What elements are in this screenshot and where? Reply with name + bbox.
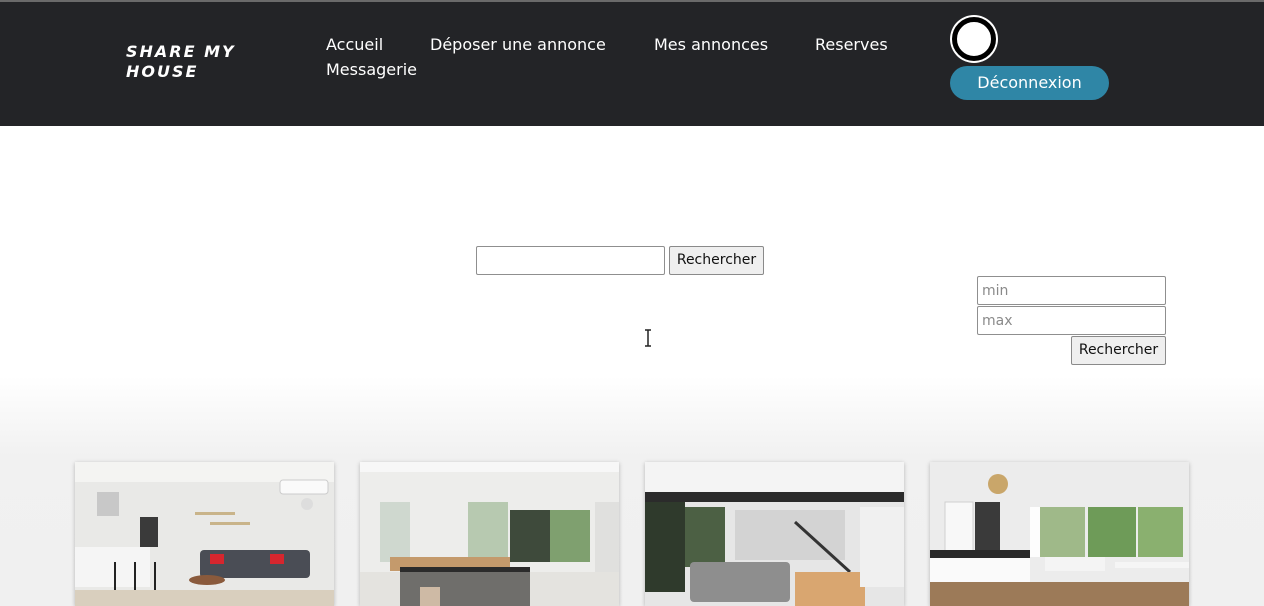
site-logo[interactable]: SHARE MY HOUSE — [126, 42, 256, 82]
user-avatar[interactable] — [952, 17, 996, 61]
nav-link-accueil[interactable]: Accueil — [326, 35, 383, 54]
listing-photo — [75, 462, 334, 606]
listing-photo — [360, 462, 619, 606]
nav-link-mes-annonces[interactable]: Mes annonces — [654, 35, 768, 54]
listing-card[interactable] — [930, 462, 1189, 606]
price-max-input[interactable] — [977, 306, 1166, 335]
nav-link-reserves[interactable]: Reserves — [815, 35, 888, 54]
price-min-input[interactable] — [977, 276, 1166, 305]
nav-link-deposer-annonce[interactable]: Déposer une annonce — [430, 35, 606, 54]
nav-link-messagerie[interactable]: Messagerie — [326, 60, 417, 79]
site-header: SHARE MY HOUSE Accueil Déposer une annon… — [0, 2, 1264, 126]
listing-photo — [930, 462, 1189, 606]
search-button[interactable]: Rechercher — [669, 246, 764, 275]
logout-button[interactable]: Déconnexion — [950, 66, 1109, 100]
listing-photo — [645, 462, 904, 606]
text-cursor-icon — [645, 329, 651, 347]
listing-card[interactable] — [645, 462, 904, 606]
search-input[interactable] — [476, 246, 665, 275]
listing-card[interactable] — [75, 462, 334, 606]
listing-card[interactable] — [360, 462, 619, 606]
price-filter-button[interactable]: Rechercher — [1071, 336, 1166, 365]
